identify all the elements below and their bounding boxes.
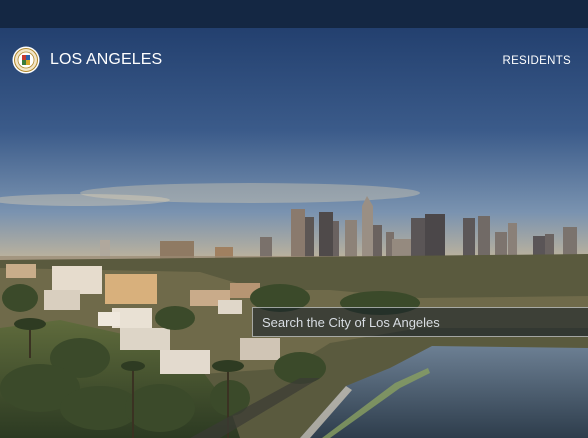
site-brand[interactable]: LOS ANGELES xyxy=(12,44,162,76)
site-name: LOS ANGELES xyxy=(50,51,163,68)
nav-residents-link[interactable]: RESIDENTS xyxy=(502,55,571,67)
page: LOS ANGELES RESIDENTS xyxy=(0,0,588,438)
city-seal-icon xyxy=(12,46,40,74)
top-bar xyxy=(0,0,588,28)
search-box[interactable] xyxy=(252,307,588,337)
skyline-photo xyxy=(0,28,588,438)
hero-photo xyxy=(0,28,588,438)
search-input[interactable] xyxy=(260,307,588,337)
